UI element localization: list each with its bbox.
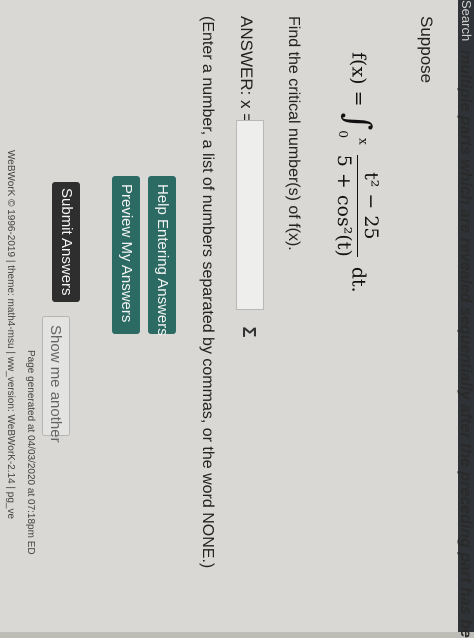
answer-label: ANSWER: x = — [237, 16, 256, 124]
integrand-numerator: t² − 25 — [357, 154, 382, 257]
integral-lower-limit: 0 — [336, 130, 351, 138]
suppose-label: Suppose — [417, 16, 436, 84]
show-me-another-button[interactable]: Show me another — [42, 316, 70, 443]
help-entering-answers-button[interactable]: Help Entering Answers — [148, 176, 176, 336]
preview-answers-button[interactable]: Preview My Answers — [112, 176, 140, 334]
integral-equation: f(x) = ∫0x t² − 25 5 + cos²(t) dt. — [333, 52, 382, 293]
integrand-fraction: t² − 25 5 + cos²(t) — [333, 154, 382, 257]
differential: dt. — [347, 266, 370, 293]
question-text: Find the critical number(s) of f(x). — [285, 16, 302, 251]
footer-generated: Page generated at 04/03/2020 at 07:18pm … — [25, 350, 36, 555]
sigma-icon[interactable]: Σ — [235, 318, 263, 346]
footer-webwork: WeBWorK © 1996-2019 | theme: math4-msu |… — [5, 150, 16, 520]
submit-answers-button[interactable]: Submit Answers — [52, 182, 80, 302]
answer-instruction: (Enter a number, a list of numbers separ… — [199, 16, 216, 569]
integrand-denominator: 5 + cos²(t) — [333, 154, 355, 257]
rotated-page: Search multiple parts which are revealed… — [0, 0, 474, 638]
integral-upper-limit: x — [356, 137, 371, 145]
problem-banner: multiple parts which are revealed sequen… — [457, 50, 474, 638]
answer-input[interactable] — [236, 120, 264, 310]
taskbar-search[interactable]: Search — [458, 0, 474, 41]
integral-sign: ∫0x — [336, 112, 379, 145]
equation-lhs: f(x) = — [347, 52, 370, 107]
